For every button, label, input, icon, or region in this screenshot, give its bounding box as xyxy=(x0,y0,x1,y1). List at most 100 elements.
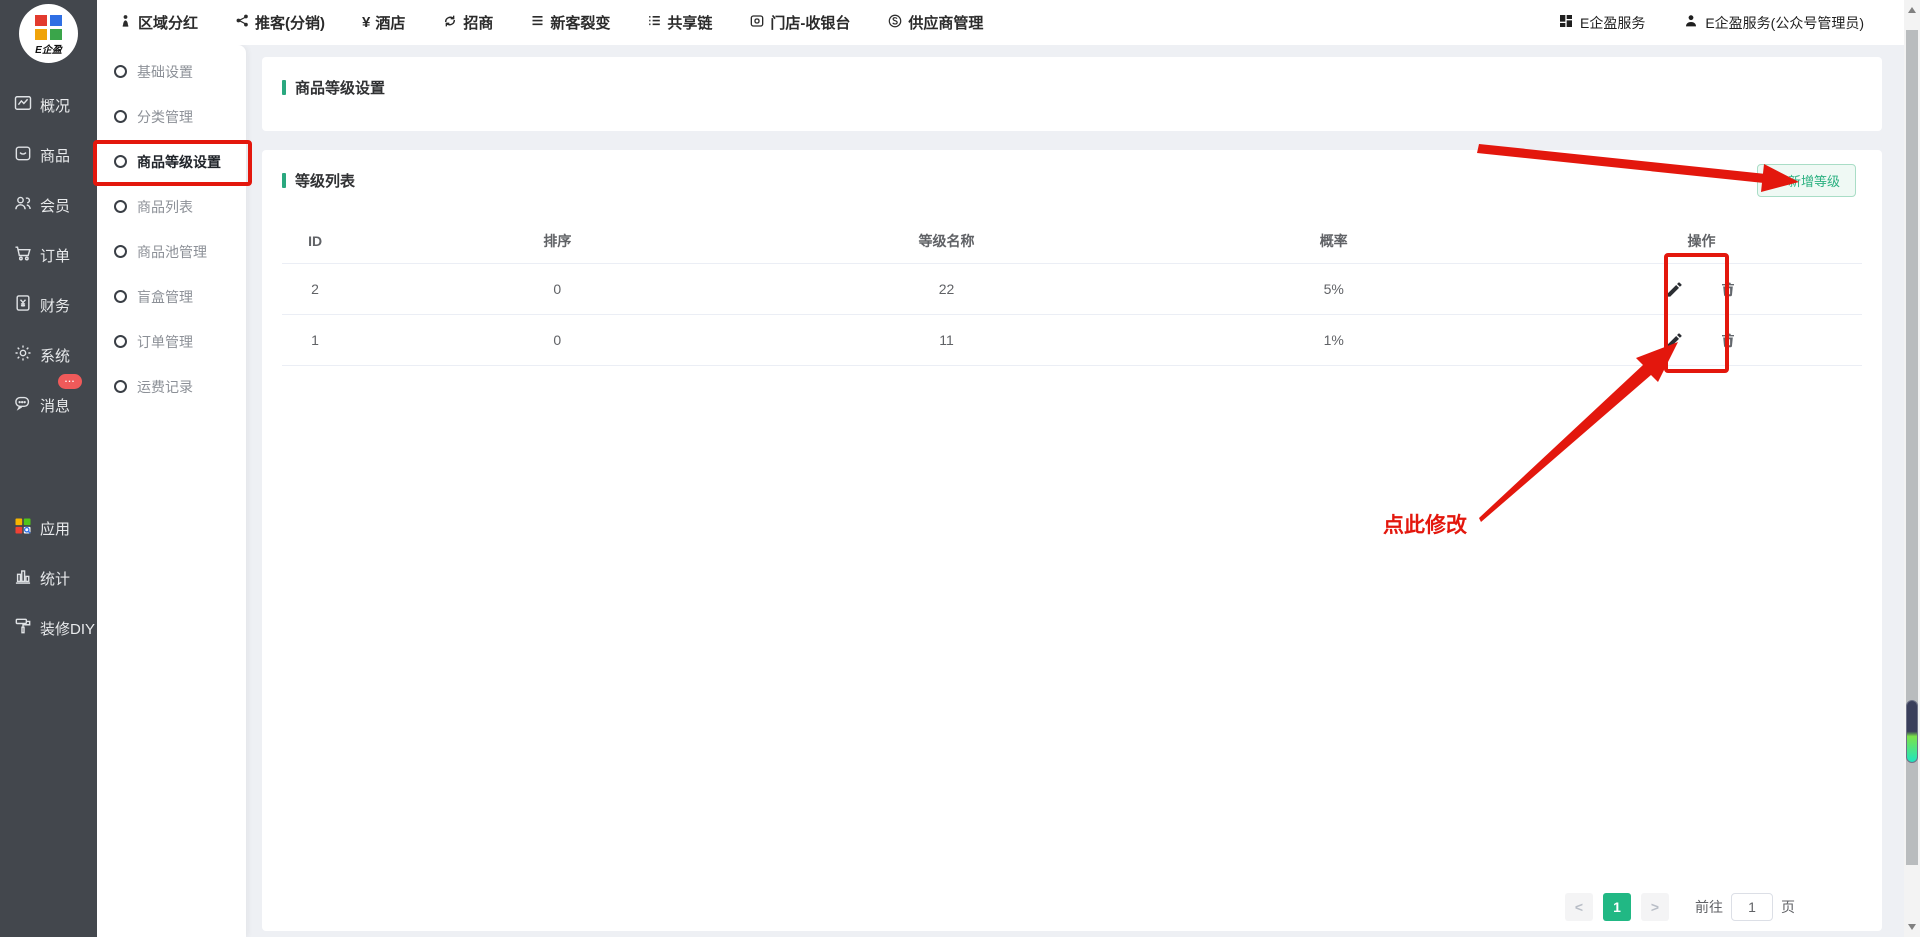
bullet-icon xyxy=(114,335,127,348)
cell-sort: 0 xyxy=(348,332,766,348)
message-badge: ... xyxy=(58,374,82,389)
col-header-sort: 排序 xyxy=(348,231,766,251)
edit-button[interactable] xyxy=(1660,326,1688,354)
sidebar-item-overview[interactable]: 概况 xyxy=(0,87,97,123)
plus-icon: + xyxy=(1773,172,1782,189)
submenu-item-goods-pool[interactable]: 商品池管理 xyxy=(97,229,246,274)
recycle-icon xyxy=(442,13,458,33)
topnav-item-new-customer[interactable]: 新客裂变 xyxy=(530,12,610,33)
panel-title: 等级列表 xyxy=(295,170,355,191)
bullet-icon xyxy=(114,155,127,168)
sidebar-item-decorate-diy[interactable]: 装修DIY xyxy=(0,610,97,646)
pencil-icon xyxy=(1665,280,1684,299)
pagination: < 1 > 前往 页 xyxy=(1565,893,1795,921)
main-content: 商品等级设置 等级列表 + 新增等级 ID 排序 等级名称 概率 操作 2 0 … xyxy=(246,45,1904,937)
topnav-item-promoter[interactable]: 推客(分销) xyxy=(235,12,325,33)
account-menu[interactable]: E企盈服务(公众号管理员) xyxy=(1683,13,1864,33)
col-header-rate: 概率 xyxy=(1126,231,1540,251)
sidebar-item-members[interactable]: 会员 xyxy=(0,187,97,223)
bullet-icon xyxy=(114,110,127,123)
sidebar-item-finance[interactable]: 财务 xyxy=(0,287,97,323)
cell-level-name: 22 xyxy=(767,281,1127,297)
scroll-indicator-pill xyxy=(1906,700,1918,763)
page-title: 商品等级设置 xyxy=(295,77,385,98)
brand-logo[interactable]: E企盈 xyxy=(19,4,78,63)
submenu-item-order-mgmt[interactable]: 订单管理 xyxy=(97,319,246,364)
topnav-item-hotel[interactable]: ¥ 酒店 xyxy=(362,12,405,33)
submenu-item-basic-settings[interactable]: 基础设置 xyxy=(97,49,246,94)
cell-id: 1 xyxy=(282,332,348,348)
table-header-row: ID 排序 等级名称 概率 操作 xyxy=(282,218,1862,264)
annotation-text: 点此修改 xyxy=(1383,509,1467,539)
cell-level-name: 11 xyxy=(767,332,1127,348)
menu-lines-icon xyxy=(530,13,545,32)
col-header-level-name: 等级名称 xyxy=(767,231,1127,251)
trash-icon xyxy=(1719,331,1737,349)
pagination-next-button[interactable]: > xyxy=(1641,893,1669,921)
sidebar-item-system[interactable]: 系统 xyxy=(0,337,97,373)
page-title-card: 商品等级设置 xyxy=(262,57,1882,131)
bullet-icon xyxy=(114,200,127,213)
sidebar-item-stats[interactable]: 统计 xyxy=(0,560,97,596)
vertical-scrollbar[interactable] xyxy=(1904,0,1920,937)
topnav-item-store-cashier[interactable]: 门店-收银台 xyxy=(749,12,850,33)
yen-icon: ¥ xyxy=(362,14,370,31)
goto-page-input[interactable] xyxy=(1731,893,1773,921)
topnav-item-share-chain[interactable]: 共享链 xyxy=(647,12,712,33)
overview-chart-icon xyxy=(13,93,33,117)
submenu-item-category[interactable]: 分类管理 xyxy=(97,94,246,139)
delete-button[interactable] xyxy=(1714,326,1742,354)
topnav-item-investment[interactable]: 招商 xyxy=(442,12,493,33)
cell-rate: 5% xyxy=(1126,281,1540,297)
cell-sort: 0 xyxy=(348,281,766,297)
submenu-item-blind-box[interactable]: 盲盒管理 xyxy=(97,274,246,319)
submenu-item-goods-level[interactable]: 商品等级设置 xyxy=(97,139,246,184)
trash-icon xyxy=(1719,280,1737,298)
app-sidebar: E企盈 概况 商品 会员 订单 财务 系统 消息 xyxy=(0,0,97,937)
topnav-item-region-dividend[interactable]: 区域分红 xyxy=(118,12,198,33)
table-row: 1 0 11 1% xyxy=(282,315,1862,366)
level-table: ID 排序 等级名称 概率 操作 2 0 22 5% 1 0 11 xyxy=(282,218,1862,366)
edit-button[interactable] xyxy=(1660,275,1688,303)
sidebar-item-goods[interactable]: 商品 xyxy=(0,137,97,173)
submenu-item-goods-list[interactable]: 商品列表 xyxy=(97,184,246,229)
workspace-switcher[interactable]: E企盈服务 xyxy=(1558,13,1645,33)
pagination-prev-button[interactable]: < xyxy=(1565,893,1593,921)
sidebar-item-messages[interactable]: 消息 xyxy=(0,387,97,423)
brand-logo-text: E企盈 xyxy=(35,41,62,56)
submenu-item-freight[interactable]: 运费记录 xyxy=(97,364,246,409)
cell-id: 2 xyxy=(282,281,348,297)
bullet-icon xyxy=(114,245,127,258)
orders-cart-icon xyxy=(13,243,33,267)
col-header-actions: 操作 xyxy=(1541,231,1862,251)
supplier-icon xyxy=(887,13,903,33)
pencil-icon xyxy=(1665,331,1684,350)
goods-bag-icon xyxy=(13,143,33,167)
topnav-item-supplier[interactable]: 供应商管理 xyxy=(887,12,983,33)
submenu-sidebar: 基础设置 分类管理 商品等级设置 商品列表 商品池管理 盲盒管理 订单管理 运费… xyxy=(97,45,246,937)
list-icon xyxy=(647,13,662,32)
table-row: 2 0 22 5% xyxy=(282,264,1862,315)
top-right: E企盈服务 E企盈服务(公众号管理员) xyxy=(1558,13,1904,33)
decorate-roller-icon xyxy=(13,616,33,640)
scroll-down-icon[interactable] xyxy=(1908,924,1916,930)
delete-button[interactable] xyxy=(1714,275,1742,303)
members-icon xyxy=(13,193,33,217)
bullet-icon xyxy=(114,290,127,303)
page-unit-label: 页 xyxy=(1781,897,1795,917)
col-header-id: ID xyxy=(282,233,348,249)
sidebar-item-orders[interactable]: 订单 xyxy=(0,237,97,273)
cell-rate: 1% xyxy=(1126,332,1540,348)
apps-grid-icon xyxy=(13,516,33,540)
bullet-icon xyxy=(114,65,127,78)
brand-logo-icon xyxy=(35,15,62,40)
pagination-page-1[interactable]: 1 xyxy=(1603,893,1631,921)
level-list-card: 等级列表 + 新增等级 ID 排序 等级名称 概率 操作 2 0 22 5% xyxy=(262,150,1882,931)
stats-bars-icon xyxy=(13,566,33,590)
store-icon xyxy=(749,13,765,33)
sidebar-item-apps[interactable]: 应用 xyxy=(0,510,97,546)
accent-bar-icon xyxy=(282,80,286,95)
scroll-up-icon[interactable] xyxy=(1908,7,1916,13)
bullet-icon xyxy=(114,380,127,393)
add-level-button[interactable]: + 新增等级 xyxy=(1757,164,1856,197)
